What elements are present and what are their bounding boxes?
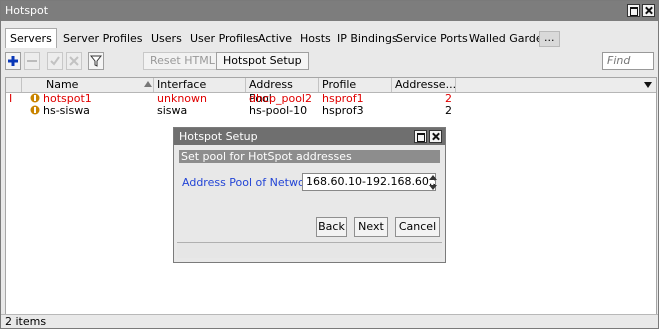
tab-server-profiles[interactable]: Server Profiles	[59, 31, 147, 47]
close-icon[interactable]	[642, 4, 655, 17]
minus-icon	[27, 60, 37, 62]
filter-icon	[90, 55, 102, 67]
check-icon	[50, 56, 60, 66]
header-flag	[6, 78, 22, 92]
enable-button[interactable]	[47, 52, 63, 70]
tab-servers[interactable]: Servers	[5, 28, 57, 48]
dialog-title: Hotspot Setup	[179, 130, 258, 143]
back-button[interactable]: Back	[316, 217, 347, 237]
row-name: hs-siswa	[43, 104, 90, 117]
tab-users[interactable]: Users	[147, 31, 186, 47]
row-addresses: 2	[445, 104, 452, 117]
next-button[interactable]: Next	[354, 217, 388, 237]
x-icon	[69, 56, 79, 66]
hotspot-window: Hotspot Servers Server Profiles Users Us…	[0, 0, 659, 329]
maximize-icon[interactable]	[627, 4, 640, 17]
reset-html-button[interactable]: Reset HTML	[143, 52, 222, 70]
window-titlebar[interactable]: Hotspot	[1, 1, 658, 21]
cancel-button[interactable]: Cancel	[395, 217, 440, 237]
dialog-status-bar	[177, 242, 442, 258]
tab-user-profiles[interactable]: User Profiles	[186, 31, 263, 47]
maximize-icon[interactable]	[414, 130, 427, 143]
hotspot-setup-dialog: Hotspot Setup Set pool for HotSpot addre…	[173, 127, 446, 263]
table-header: Name Interface Address Pool Profile Addr…	[6, 78, 656, 105]
tab-active[interactable]: Active	[254, 31, 296, 47]
address-pool-label: Address Pool of Network:	[182, 176, 320, 189]
find-input[interactable]: Find	[602, 52, 654, 70]
filter-button[interactable]	[88, 52, 104, 70]
dialog-titlebar[interactable]: Hotspot Setup	[174, 128, 445, 145]
tab-hosts[interactable]: Hosts	[296, 31, 335, 47]
server-icon	[30, 105, 40, 118]
sort-icon	[144, 81, 152, 87]
tab-service-ports[interactable]: Service Ports	[392, 31, 472, 47]
chevron-down-icon[interactable]	[644, 82, 652, 88]
plus-icon	[8, 56, 18, 66]
status-bar: 2 items	[1, 314, 658, 328]
row-address-pool: hs-pool-10	[249, 104, 308, 117]
row-interface: siswa	[157, 104, 188, 117]
toolbar: Reset HTML Hotspot Setup Find	[5, 52, 655, 72]
row-addresses: 2	[445, 92, 452, 105]
spinner-icon[interactable]	[429, 175, 439, 190]
window-title: Hotspot	[5, 4, 49, 17]
table-row[interactable]: hs-siswa siswa hs-pool-10 hsprof3 2	[6, 105, 656, 117]
address-pool-input[interactable]: 168.60.10-192.168.60.30	[302, 173, 436, 191]
disable-button[interactable]	[66, 52, 82, 70]
header-name[interactable]: Name	[22, 78, 154, 92]
header-addresses[interactable]: Addresse...	[392, 78, 456, 92]
row-profile: hsprof3	[322, 104, 364, 117]
header-address-pool[interactable]: Address Pool	[246, 78, 319, 105]
close-icon[interactable]	[429, 130, 442, 143]
header-interface[interactable]: Interface	[154, 78, 246, 92]
tab-more[interactable]: ...	[539, 31, 560, 47]
row-flag: I	[9, 92, 13, 105]
header-spacer	[456, 78, 642, 92]
add-button[interactable]	[5, 52, 21, 70]
remove-button[interactable]	[24, 52, 40, 70]
dialog-subtitle: Set pool for HotSpot addresses	[179, 150, 440, 163]
header-profile[interactable]: Profile	[319, 78, 392, 92]
hotspot-setup-button[interactable]: Hotspot Setup	[216, 52, 309, 70]
